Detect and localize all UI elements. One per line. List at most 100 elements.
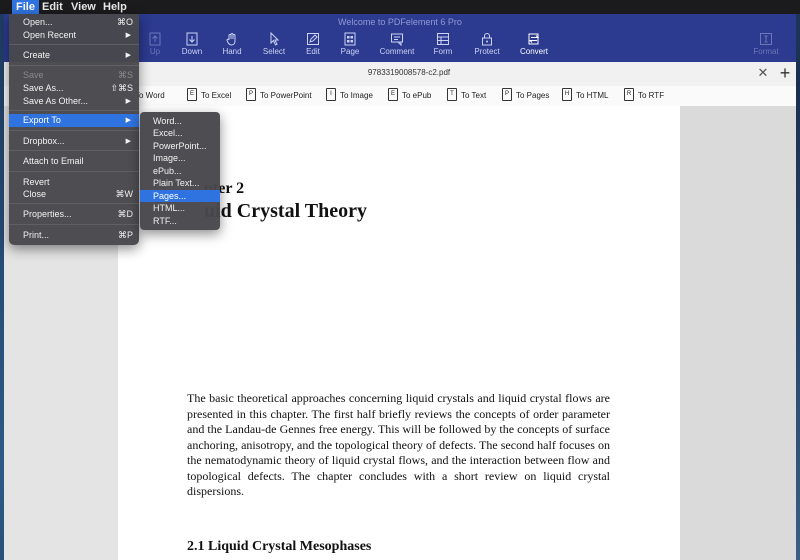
menu-separator <box>9 110 139 111</box>
to-excel-label: To Excel <box>201 91 232 100</box>
chevron-right-icon: ▶ <box>125 117 131 124</box>
menu-item-dropbox[interactable]: Dropbox... ▶ <box>9 135 139 148</box>
menu-item-label: Export To <box>23 115 61 125</box>
export-html[interactable]: HTML... <box>140 202 220 214</box>
text-file-icon: T <box>447 88 457 102</box>
epub-file-icon: E <box>388 88 398 102</box>
hand-button[interactable]: Hand <box>209 32 255 60</box>
menu-item-open[interactable]: Open... ⌘O <box>9 16 139 29</box>
menu-item-close[interactable]: Close ⌘W <box>9 188 139 201</box>
submenu-item-label: Plain Text... <box>153 178 200 188</box>
file-menu: Open... ⌘O Open Recent ▶ Create ▶ Save ⌘S Sa… <box>9 14 139 245</box>
to-html-button[interactable]: H To HTML <box>562 88 609 103</box>
convert-button[interactable]: Convert <box>511 32 557 60</box>
menu-item-shortcut: ⌘W <box>115 189 134 199</box>
submenu-item-label: ePub... <box>153 166 182 176</box>
menu-item-save-as[interactable]: Save As... ⇧⌘S <box>9 82 139 95</box>
close-icon[interactable]: ✕ <box>756 66 770 80</box>
to-excel-button[interactable]: E To Excel <box>187 88 232 103</box>
menu-item-shortcut: ⇧⌘S <box>110 83 133 93</box>
menu-item-create[interactable]: Create ▶ <box>9 49 139 62</box>
menu-item-label: Properties... <box>23 209 72 219</box>
system-menubar: File Edit View Help <box>0 0 800 14</box>
export-word[interactable]: Word... <box>140 115 220 127</box>
menu-item-label: Print... <box>23 230 50 240</box>
format-button[interactable]: Format <box>743 32 789 60</box>
to-text-button[interactable]: T To Text <box>447 88 486 103</box>
to-epub-label: To ePub <box>402 91 432 100</box>
to-image-button[interactable]: I To Image <box>326 88 373 103</box>
to-rtf-button[interactable]: R To RTF <box>624 88 664 103</box>
to-word-label: To Word <box>135 91 165 100</box>
menu-item-label: Save As Other... <box>23 96 89 106</box>
page-label: Page <box>340 47 360 56</box>
section-heading: 2.1 Liquid Crystal Mesophases <box>187 539 372 554</box>
lock-icon <box>482 33 492 46</box>
plus-icon[interactable]: + <box>776 64 794 82</box>
protect-button[interactable]: Protect <box>464 32 510 60</box>
menu-separator <box>9 171 139 172</box>
menu-separator <box>9 44 139 45</box>
to-powerpoint-label: To PowerPoint <box>260 91 312 100</box>
apple-menu-icon[interactable] <box>0 0 8 14</box>
menu-separator <box>9 65 139 66</box>
export-plain-text[interactable]: Plain Text... <box>140 177 220 189</box>
menu-item-export-to[interactable]: Export To ▶ <box>9 114 139 127</box>
export-image[interactable]: Image... <box>140 152 220 164</box>
to-powerpoint-button[interactable]: P To PowerPoint <box>246 88 312 103</box>
export-epub[interactable]: ePub... <box>140 165 220 177</box>
arrow-down-icon <box>186 32 198 46</box>
page-icon <box>344 32 356 46</box>
submenu-item-label: RTF... <box>153 216 177 226</box>
body-paragraph: The basic theoretical approaches concern… <box>187 391 610 498</box>
form-button[interactable]: Form <box>420 32 466 60</box>
chevron-right-icon: ▶ <box>125 52 131 59</box>
menu-separator <box>9 224 139 225</box>
comment-button[interactable]: Comment <box>374 32 420 60</box>
page-button[interactable]: Page <box>327 32 373 60</box>
pages-file-icon: P <box>502 88 512 102</box>
submenu-item-label: PowerPoint... <box>153 141 207 151</box>
to-html-label: To HTML <box>576 91 609 100</box>
hand-label: Hand <box>222 47 242 56</box>
export-pages[interactable]: Pages... <box>140 190 220 202</box>
menu-separator <box>9 130 139 131</box>
menu-item-label: Close <box>23 189 47 199</box>
menu-item-label: Save As... <box>23 83 64 93</box>
menu-help[interactable]: Help <box>99 0 131 14</box>
cursor-icon <box>270 32 280 46</box>
menu-item-print[interactable]: Print... ⌘P <box>9 229 139 242</box>
format-icon <box>760 33 772 45</box>
menu-item-label: Attach to Email <box>23 156 84 166</box>
menu-item-attach-to-email[interactable]: Attach to Email <box>9 155 139 168</box>
excel-file-icon: E <box>187 88 197 102</box>
hand-icon <box>226 33 236 46</box>
menu-item-label: Open Recent <box>23 30 77 40</box>
menu-view[interactable]: View <box>67 0 100 14</box>
submenu-item-label: Image... <box>153 153 186 163</box>
to-image-label: To Image <box>340 91 373 100</box>
export-rtf[interactable]: RTF... <box>140 215 220 227</box>
to-epub-button[interactable]: E To ePub <box>388 88 432 103</box>
edit-icon <box>307 33 319 45</box>
menu-separator <box>9 150 139 151</box>
menu-item-label: Create <box>23 50 51 60</box>
export-powerpoint[interactable]: PowerPoint... <box>140 140 220 152</box>
document-tab-title[interactable]: 9783319008578-c2.pdf <box>284 68 534 77</box>
menu-item-shortcut: ⌘P <box>117 230 133 240</box>
convert-icon <box>528 33 540 45</box>
html-file-icon: H <box>562 88 572 102</box>
comment-icon <box>391 33 403 46</box>
to-word-button[interactable]: To Word <box>135 89 165 103</box>
chevron-right-icon: ▶ <box>125 32 131 39</box>
menu-file[interactable]: File <box>12 0 39 14</box>
menu-item-properties[interactable]: Properties... ⌘D <box>9 208 139 221</box>
export-submenu: Word... Excel... PowerPoint... Image... … <box>140 112 220 230</box>
menu-item-label: Open... <box>23 17 53 27</box>
menu-edit[interactable]: Edit <box>38 0 67 14</box>
export-excel[interactable]: Excel... <box>140 127 220 139</box>
to-pages-button[interactable]: P To Pages <box>502 88 549 103</box>
menu-item-save-as-other[interactable]: Save As Other... ▶ <box>9 95 139 108</box>
chevron-right-icon: ▶ <box>125 98 131 105</box>
menu-item-open-recent[interactable]: Open Recent ▶ <box>9 29 139 42</box>
